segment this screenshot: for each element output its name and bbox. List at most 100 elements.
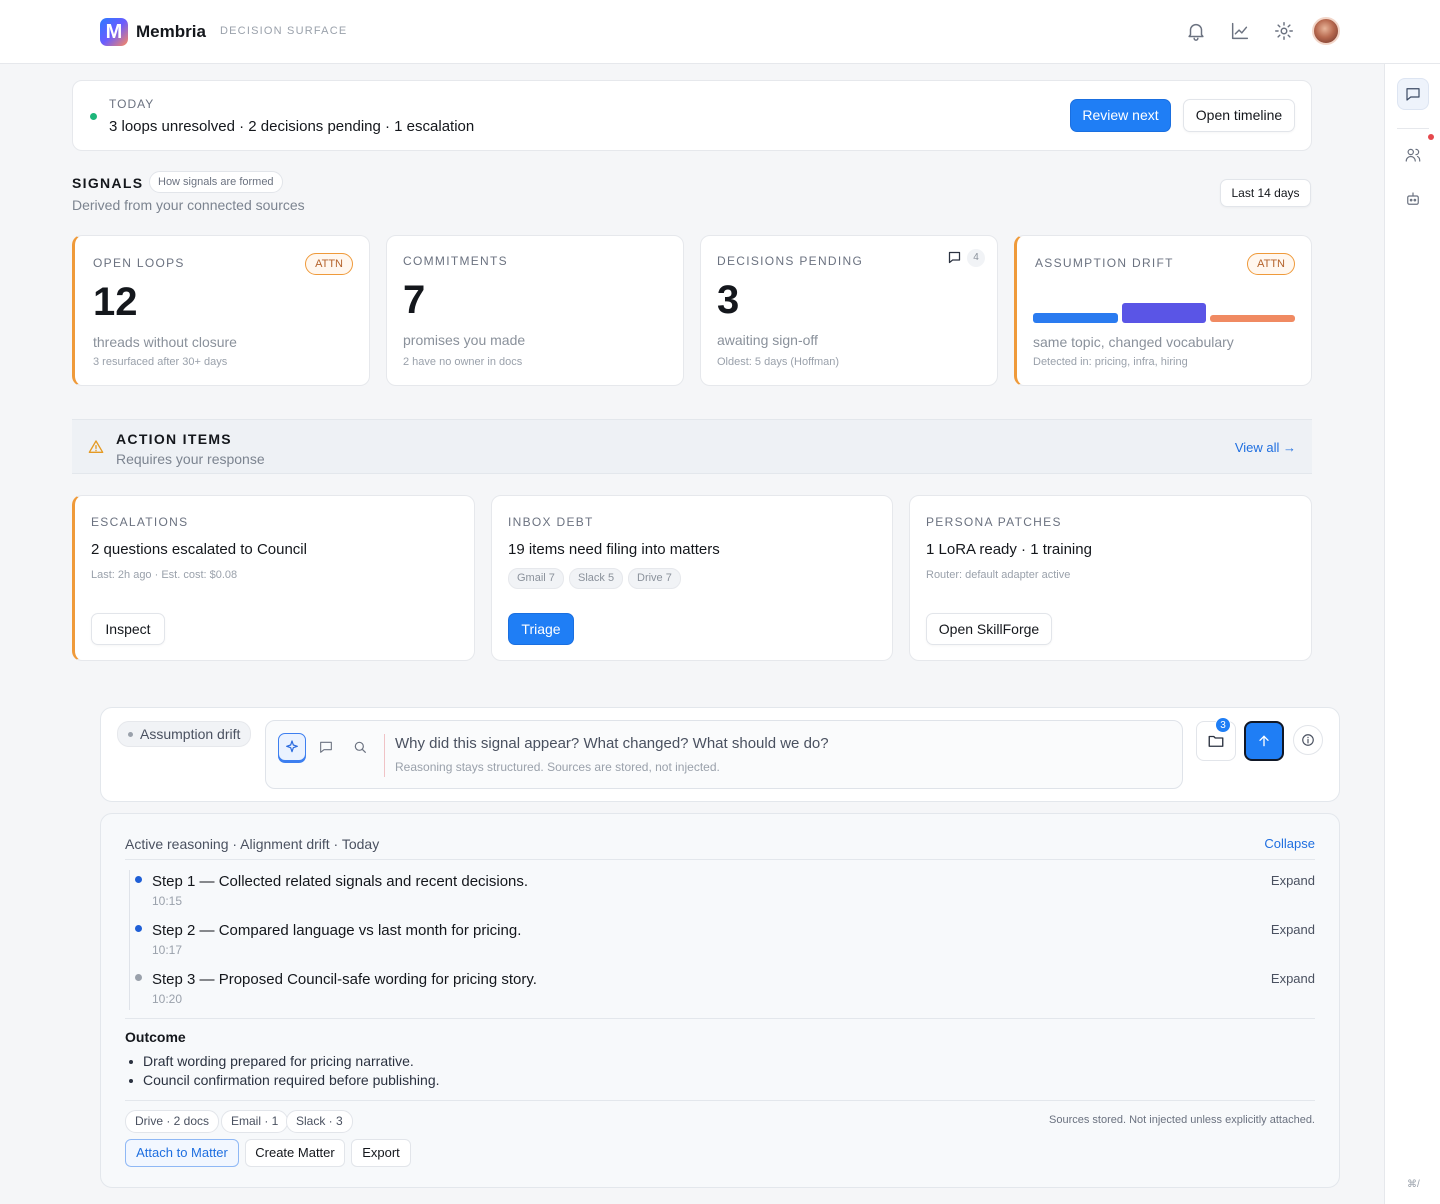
signal-card-commitments[interactable]: COMMITMENTS 7 promises you made 2 have n…: [386, 235, 684, 386]
source-chip-slack[interactable]: Slack 5: [569, 568, 624, 589]
create-matter-button[interactable]: Create Matter: [245, 1139, 345, 1167]
card-description: threads without closure: [93, 334, 237, 350]
bot-rail-button[interactable]: [1397, 183, 1429, 215]
card-label: COMMITMENTS: [403, 254, 508, 268]
reasoning-header: Active reasoning · Alignment drift · Tod…: [125, 836, 380, 852]
active-reasoning-panel: Active reasoning · Alignment drift · Tod…: [100, 813, 1340, 1188]
brand-subtitle: DECISION SURFACE: [220, 25, 348, 37]
source-chip-slack[interactable]: Slack · 3: [286, 1110, 353, 1133]
users-icon: [1404, 146, 1422, 164]
today-label: TODAY: [109, 97, 155, 111]
step-dot: [135, 974, 142, 981]
people-rail-button[interactable]: [1397, 139, 1429, 171]
reasoning-step: Step 3 — Proposed Council-safe wording f…: [125, 968, 1315, 1014]
arrow-up-icon: [1256, 733, 1272, 749]
card-value: 7: [403, 278, 426, 322]
card-description: awaiting sign-off: [717, 332, 818, 348]
drift-bar-1: [1033, 313, 1118, 323]
input-hint: Reasoning stays structured. Sources are …: [395, 760, 720, 774]
brand-name: Membria: [136, 22, 206, 41]
user-avatar[interactable]: [1312, 17, 1340, 45]
signals-subtitle: Derived from your connected sources: [72, 197, 305, 213]
gear-icon[interactable]: [1273, 20, 1295, 42]
question-input[interactable]: Why did this signal appear? What changed…: [265, 720, 1183, 789]
divider: [125, 859, 1315, 860]
today-summary-card: TODAY 3 loops unresolved · 2 decisions p…: [72, 80, 1312, 151]
info-button[interactable]: [1293, 725, 1323, 755]
attach-to-matter-button[interactable]: Attach to Matter: [125, 1139, 239, 1167]
source-chip-drive[interactable]: Drive · 2 docs: [125, 1110, 220, 1133]
expand-button[interactable]: Expand: [1271, 971, 1315, 986]
chat-mode-button[interactable]: [312, 733, 340, 761]
export-button[interactable]: Export: [351, 1139, 411, 1167]
collapse-button[interactable]: Collapse: [1264, 836, 1315, 851]
signal-card-open-loops[interactable]: OPEN LOOPS ATTN 12 threads without closu…: [72, 235, 370, 386]
top-bar: M Membria DECISION SURFACE: [0, 0, 1440, 64]
info-icon: [1301, 733, 1315, 747]
source-chip-drive[interactable]: Drive 7: [628, 568, 681, 589]
notification-dot: [1428, 134, 1434, 140]
card-note: Router: default adapter active: [926, 569, 1071, 581]
inspect-button[interactable]: Inspect: [91, 613, 165, 645]
sparkle-icon: [284, 739, 300, 755]
expand-button[interactable]: Expand: [1271, 922, 1315, 937]
outcome-item: Council confirmation required before pub…: [129, 1072, 440, 1088]
source-chip-email[interactable]: Email · 1: [221, 1110, 289, 1133]
card-label: PERSONA PATCHES: [926, 515, 1062, 529]
card-value: 12: [93, 280, 138, 324]
open-timeline-button[interactable]: Open timeline: [1183, 99, 1295, 132]
drift-bar-3: [1210, 315, 1295, 322]
signal-card-assumption-drift[interactable]: ASSUMPTION DRIFT ATTN same topic, change…: [1014, 235, 1312, 386]
signals-title: SIGNALS: [72, 175, 144, 191]
card-description: promises you made: [403, 332, 526, 348]
folder-icon: [1207, 732, 1225, 750]
divider: [125, 1018, 1315, 1019]
step-dot: [135, 925, 142, 932]
open-skillforge-button[interactable]: Open SkillForge: [926, 613, 1052, 645]
reasoning-step: Step 1 — Collected related signals and r…: [125, 870, 1315, 916]
how-signals-formed-link[interactable]: How signals are formed: [149, 171, 283, 193]
card-note: Last: 2h ago · Est. cost: $0.08: [91, 569, 238, 581]
warning-icon: [88, 439, 104, 455]
status-dot: [90, 113, 97, 120]
triage-button[interactable]: Triage: [508, 613, 574, 645]
question-placeholder: Why did this signal appear? What changed…: [395, 735, 829, 752]
signal-card-decisions-pending[interactable]: DECISIONS PENDING 4 3 awaiting sign-off …: [700, 235, 998, 386]
attn-badge: ATTN: [1247, 253, 1295, 275]
step-time: 10:15: [152, 894, 183, 908]
review-next-button[interactable]: Review next: [1070, 99, 1171, 132]
card-label: DECISIONS PENDING: [717, 254, 864, 268]
action-items-subtitle: Requires your response: [116, 451, 265, 467]
chart-icon[interactable]: [1229, 20, 1251, 42]
drift-bar-2: [1122, 303, 1206, 323]
card-note: 3 resurfaced after 30+ days: [93, 356, 228, 368]
step-dot: [135, 876, 142, 883]
card-main-text: 1 LoRA ready · 1 training: [926, 541, 1092, 558]
bell-icon[interactable]: [1185, 20, 1207, 42]
comment-icon: [318, 739, 334, 755]
card-note: 2 have no owner in docs: [403, 356, 523, 368]
divider: [125, 1100, 1315, 1101]
shortcut-hint: ⌘/: [1407, 1179, 1420, 1190]
date-range-select[interactable]: Last 14 days: [1220, 179, 1311, 207]
membria-logo[interactable]: M: [100, 18, 128, 46]
card-main-text: 19 items need filing into matters: [508, 541, 720, 558]
comment-icon[interactable]: [947, 250, 962, 265]
today-summary: 3 loops unresolved · 2 decisions pending…: [109, 118, 475, 135]
chat-rail-button[interactable]: [1397, 78, 1429, 110]
search-mode-button[interactable]: [346, 733, 374, 761]
context-pill[interactable]: Assumption drift: [117, 721, 252, 747]
card-note: Oldest: 5 days (Hoffman): [717, 356, 840, 368]
card-label: INBOX DEBT: [508, 515, 594, 529]
rail-divider: [1397, 128, 1429, 129]
search-icon: [352, 739, 368, 755]
action-card-inbox-debt: INBOX DEBT 19 items need filing into mat…: [491, 495, 893, 661]
card-value: 3: [717, 278, 740, 322]
expand-button[interactable]: Expand: [1271, 873, 1315, 888]
view-all-link[interactable]: View all →: [1235, 440, 1296, 455]
step-text: Step 1 — Collected related signals and r…: [152, 873, 529, 890]
reasoning-mode-button[interactable]: [278, 733, 306, 761]
source-chip-gmail[interactable]: Gmail 7: [508, 568, 564, 589]
step-text: Step 3 — Proposed Council-safe wording f…: [152, 971, 537, 988]
send-button[interactable]: [1244, 721, 1284, 761]
